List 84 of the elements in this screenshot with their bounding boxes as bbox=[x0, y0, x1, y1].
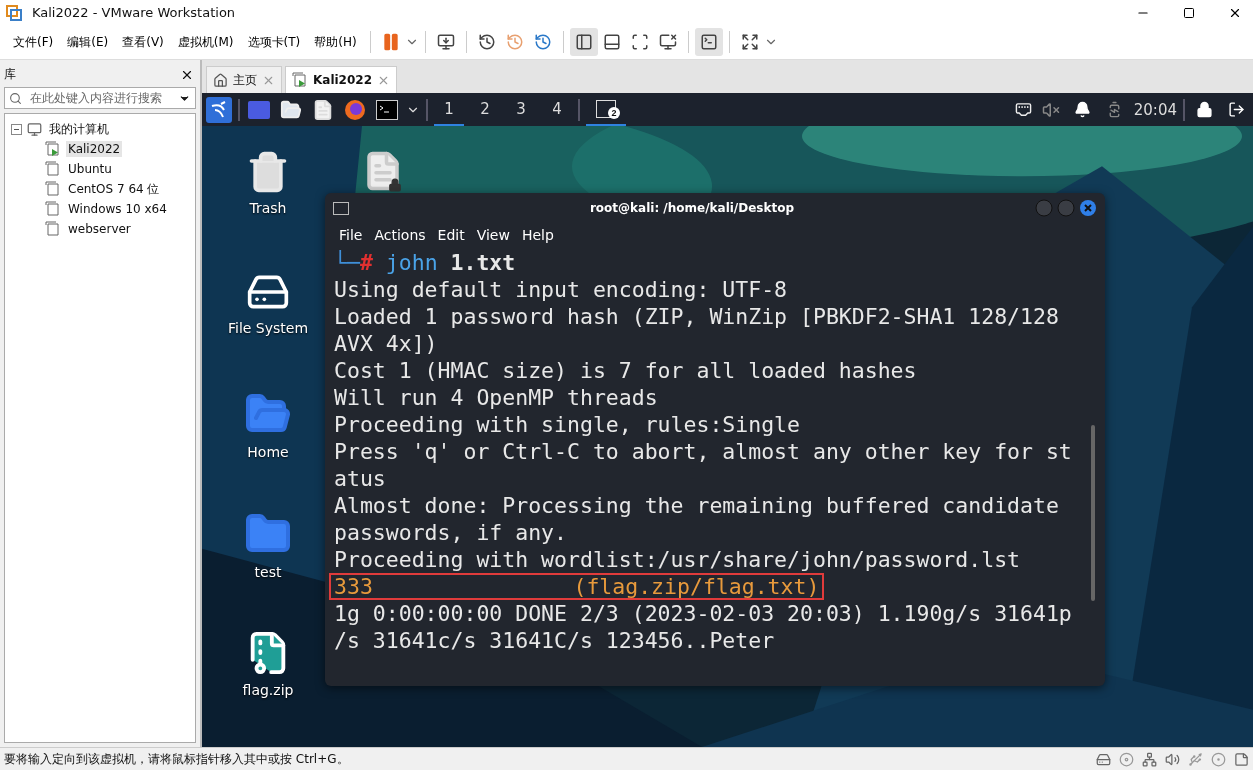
clock-icon[interactable] bbox=[533, 33, 552, 51]
status-message: 要将输入定向到该虚拟机，请将鼠标指针移入其中或按 Ctrl+G。 bbox=[4, 750, 350, 768]
sound-icon[interactable] bbox=[1165, 751, 1180, 767]
home-icon bbox=[213, 72, 228, 88]
vm-icon bbox=[45, 161, 61, 177]
maximize-icon[interactable] bbox=[1183, 6, 1195, 19]
menu-item[interactable]: File bbox=[333, 225, 369, 245]
notes-icon[interactable] bbox=[1234, 751, 1249, 767]
terminal-icon[interactable] bbox=[376, 99, 398, 120]
desktop-icon-label[interactable]: Trash bbox=[249, 200, 287, 216]
logout-icon[interactable] bbox=[1227, 101, 1245, 118]
terminal-line: AVX 4x]) bbox=[334, 330, 439, 357]
bell-icon[interactable] bbox=[1074, 101, 1092, 118]
menu-item[interactable]: Actions bbox=[368, 225, 432, 245]
screen-off-icon[interactable] bbox=[658, 33, 677, 51]
panel-title: 库 bbox=[4, 66, 16, 83]
left-panel-icon[interactable] bbox=[574, 33, 593, 51]
desktop-icon-label[interactable]: flag.zip bbox=[242, 682, 294, 698]
terminal-line: Will run 4 OpenMP threads bbox=[334, 384, 659, 411]
count-badge: 2 bbox=[608, 107, 620, 119]
menu-item[interactable]: 选项卡(T) bbox=[240, 29, 308, 55]
terminal-line: 1g 0:00:00:00 DONE 2/3 (2023-02-03 20:03) 1.190g/s 31641p bbox=[334, 600, 1073, 627]
workspace-button[interactable]: 3 bbox=[506, 93, 536, 126]
terminal-line: Cost 1 (HMAC size) is 7 for all loaded hashes bbox=[334, 357, 918, 384]
terminal-line: /s 31641c/s 31641C/s 123456..Peter bbox=[334, 627, 776, 654]
tree-item[interactable]: 我的计算机 bbox=[47, 119, 111, 139]
scrollbar[interactable] bbox=[1091, 425, 1095, 601]
clock: 20:04 bbox=[1133, 100, 1177, 119]
menu-item[interactable]: 帮助(H) bbox=[307, 29, 364, 55]
menu-item[interactable]: 虚拟机(M) bbox=[170, 29, 241, 55]
terminal-icon bbox=[333, 201, 349, 215]
vm-icon bbox=[45, 221, 61, 237]
stretch-icon[interactable] bbox=[740, 33, 759, 51]
monitor-down-icon[interactable] bbox=[436, 33, 455, 51]
search-icon bbox=[9, 91, 22, 105]
browser-icon[interactable] bbox=[344, 98, 366, 121]
workspace-button[interactable]: 4 bbox=[542, 93, 572, 126]
vm-icon bbox=[45, 181, 61, 197]
console-icon[interactable] bbox=[699, 33, 718, 51]
folder-icon[interactable] bbox=[280, 98, 302, 121]
terminal-line: Proceeding with wordlist:/usr/share/john/password.lst bbox=[334, 546, 1022, 573]
tree-item[interactable]: Windows 10 x64 bbox=[66, 201, 169, 217]
terminal-line: Proceeding with single, rules:Single bbox=[334, 411, 801, 438]
desktop-icon-label[interactable]: test bbox=[254, 564, 282, 580]
terminal-icon bbox=[596, 99, 616, 118]
running-vm-icon bbox=[45, 141, 61, 157]
tree-item[interactable]: CentOS 7 64 位 bbox=[66, 179, 162, 199]
desktop-icon-label[interactable]: Home bbox=[247, 444, 289, 460]
menu-item[interactable]: Edit bbox=[431, 225, 471, 245]
document-icon[interactable] bbox=[312, 98, 334, 121]
muted-volume-icon[interactable] bbox=[1041, 100, 1060, 119]
menu-item[interactable]: 查看(V) bbox=[115, 29, 171, 55]
window-icon[interactable] bbox=[248, 100, 270, 119]
tree-item[interactable]: Ubuntu bbox=[66, 161, 114, 177]
collapse-toggle[interactable] bbox=[11, 123, 22, 135]
terminal-line: passwords, if any. bbox=[334, 519, 568, 546]
workspace-button[interactable]: 2 bbox=[470, 93, 500, 126]
terminal-title: root@kali: /home/kali/Desktop bbox=[588, 201, 796, 215]
running-vm-icon bbox=[292, 72, 308, 88]
tree-item[interactable]: webserver bbox=[66, 221, 133, 237]
tree-item[interactable]: Kali2022 bbox=[66, 141, 123, 157]
window-title: Kali2022 - VMware Workstation bbox=[32, 5, 237, 20]
menu-item[interactable]: View bbox=[470, 225, 516, 245]
computer-icon bbox=[27, 121, 42, 137]
clock-icon[interactable] bbox=[477, 33, 496, 51]
terminal-line: └─# john 1.txt bbox=[334, 249, 517, 276]
menu-item[interactable]: 文件(F) bbox=[6, 29, 61, 55]
terminal-line: atus bbox=[334, 465, 387, 492]
bottom-panel-icon[interactable] bbox=[602, 33, 621, 51]
terminal-line: Loaded 1 password hash (ZIP, WinZip [PBKDF2-SHA1 128/128 bbox=[334, 303, 1060, 330]
full-screen-icon[interactable] bbox=[630, 33, 649, 51]
network-icon[interactable] bbox=[1014, 101, 1032, 118]
menu-item[interactable]: 编辑(E) bbox=[60, 29, 116, 55]
menu-item[interactable]: Help bbox=[515, 225, 560, 245]
terminal-line: Almost done: Processing the remaining buffered candidate bbox=[334, 492, 1060, 519]
lock-icon[interactable] bbox=[1195, 101, 1213, 118]
desktop-icon-label[interactable]: File System bbox=[227, 320, 309, 336]
search-field[interactable]: 在此处键入内容进行搜索 bbox=[4, 87, 196, 109]
terminal-line: Press 'q' or Ctrl-C to abort, almost any other key for st bbox=[334, 438, 1073, 465]
vm-icon bbox=[45, 201, 61, 217]
app-logo bbox=[6, 4, 22, 21]
tab[interactable]: 主页 bbox=[206, 66, 282, 93]
terminal-line: Using default input encoding: UTF-8 bbox=[334, 276, 789, 303]
tab[interactable]: Kali2022 bbox=[285, 66, 398, 93]
